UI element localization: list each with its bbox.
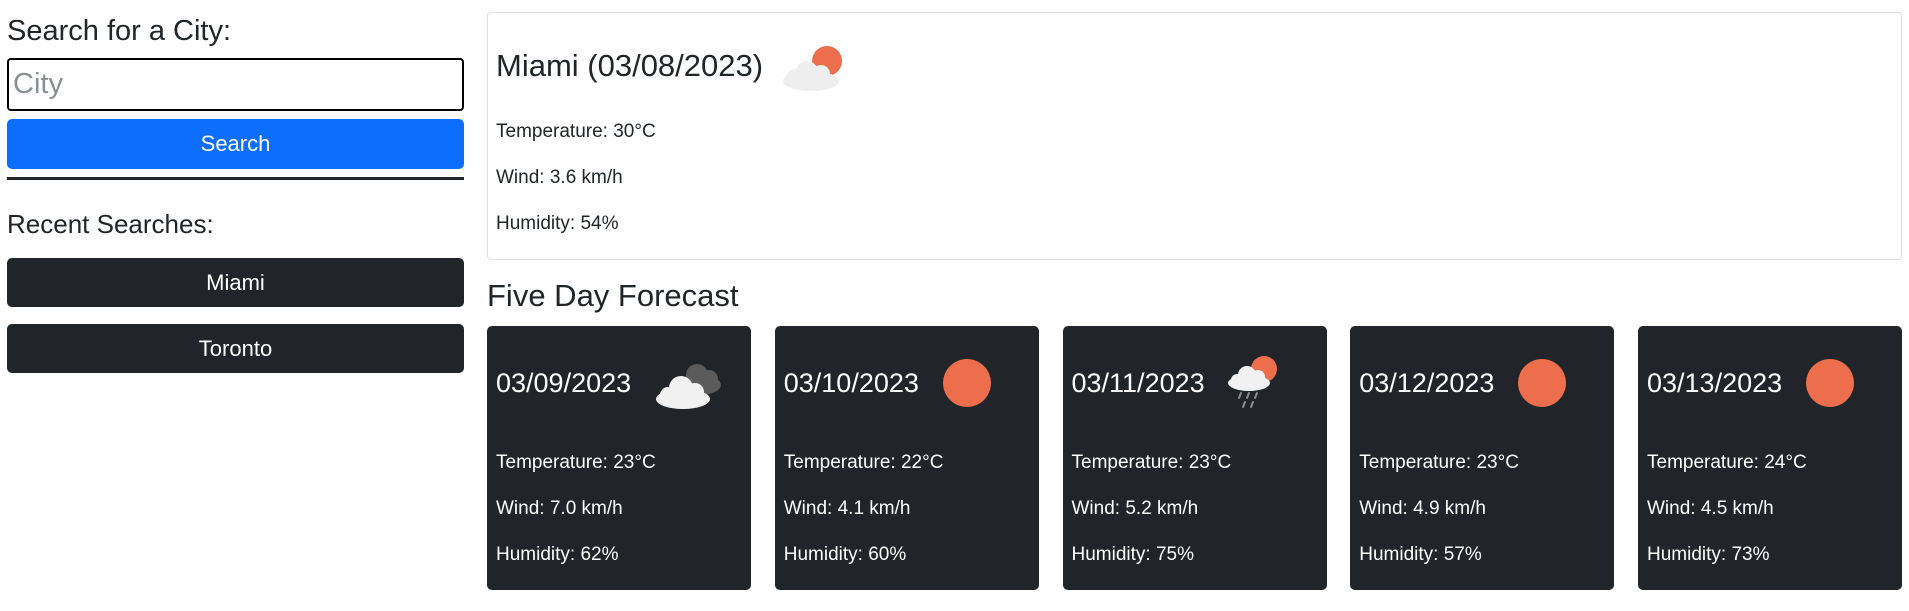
forecast-card: 03/13/2023 Temperature: 24°C Wind: 4.5 k… bbox=[1638, 326, 1902, 590]
forecast-humidity: Humidity: 60% bbox=[783, 544, 907, 565]
forecast-temperature: Temperature: 24°C bbox=[1647, 452, 1807, 473]
current-city-title: Miami (03/08/2023) bbox=[496, 48, 764, 83]
forecast-card-header: 03/13/2023 bbox=[1647, 326, 1893, 440]
search-button[interactable]: Search bbox=[7, 119, 464, 169]
forecast-humidity: Humidity: 62% bbox=[496, 544, 619, 565]
current-temperature: Temperature: 30°C bbox=[496, 121, 656, 142]
forecast-wind: Wind: 4.1 km/h bbox=[783, 498, 911, 519]
search-sidebar: Search for a City: Search Recent Searche… bbox=[7, 10, 464, 373]
forecast-card-header: 03/11/2023 bbox=[1072, 326, 1318, 440]
sun-rain-icon bbox=[1227, 356, 1277, 408]
forecast-wind: Wind: 4.9 km/h bbox=[1359, 498, 1486, 519]
forecast-wind: Wind: 5.2 km/h bbox=[1071, 498, 1199, 519]
forecast-date: 03/13/2023 bbox=[1647, 367, 1783, 398]
forecast-wind: Wind: 7.0 km/h bbox=[496, 498, 623, 519]
forecast-card-header: 03/09/2023 bbox=[496, 326, 742, 440]
forecast-date: 03/09/2023 bbox=[496, 367, 632, 398]
partly-cloudy-icon bbox=[783, 46, 843, 91]
forecast-temperature: Temperature: 22°C bbox=[783, 452, 944, 473]
forecast-wind: Wind: 4.5 km/h bbox=[1647, 498, 1774, 519]
search-heading: Search for a City: bbox=[7, 15, 232, 47]
forecast-temperature: Temperature: 23°C bbox=[1071, 452, 1232, 473]
clouds-icon bbox=[656, 364, 722, 409]
recent-searches-heading: Recent Searches: bbox=[7, 209, 214, 239]
forecast-row: 03/09/2023 Temperature: 23°C Wind: 7.0 k… bbox=[487, 326, 1902, 590]
forecast-card: 03/10/2023 Temperature: 22°C Wind: 4.1 k… bbox=[774, 326, 1039, 590]
forecast-date: 03/11/2023 bbox=[1071, 367, 1205, 398]
forecast-temperature: Temperature: 23°C bbox=[1359, 452, 1519, 473]
city-search-input[interactable] bbox=[7, 58, 464, 111]
forecast-date: 03/10/2023 bbox=[783, 367, 919, 398]
forecast-card: 03/09/2023 Temperature: 23°C Wind: 7.0 k… bbox=[487, 326, 751, 590]
sun-icon bbox=[1806, 359, 1855, 407]
divider bbox=[7, 177, 464, 180]
sun-icon bbox=[1518, 359, 1567, 407]
current-weather-card: Miami (03/08/2023) Temperature: 30°C Win… bbox=[487, 12, 1902, 260]
forecast-heading: Five Day Forecast bbox=[487, 278, 739, 313]
forecast-date: 03/12/2023 bbox=[1359, 367, 1495, 398]
forecast-humidity: Humidity: 75% bbox=[1071, 544, 1195, 565]
forecast-card: 03/12/2023 Temperature: 23°C Wind: 4.9 k… bbox=[1350, 326, 1615, 590]
forecast-card: 03/11/2023 Temperature: 23°C Wind: 5.2 k… bbox=[1062, 326, 1327, 590]
current-humidity: Humidity: 54% bbox=[496, 213, 619, 234]
current-weather-header: Miami (03/08/2023) bbox=[496, 13, 1893, 109]
recent-search-miami-button[interactable]: Miami bbox=[7, 258, 464, 307]
forecast-card-header: 03/10/2023 bbox=[784, 326, 1030, 440]
forecast-temperature: Temperature: 23°C bbox=[496, 452, 656, 473]
forecast-humidity: Humidity: 73% bbox=[1647, 544, 1770, 565]
sun-icon bbox=[942, 359, 991, 407]
forecast-card-header: 03/12/2023 bbox=[1359, 326, 1605, 440]
current-wind: Wind: 3.6 km/h bbox=[496, 167, 623, 188]
recent-search-toronto-button[interactable]: Toronto bbox=[7, 324, 464, 373]
forecast-humidity: Humidity: 57% bbox=[1359, 544, 1482, 565]
